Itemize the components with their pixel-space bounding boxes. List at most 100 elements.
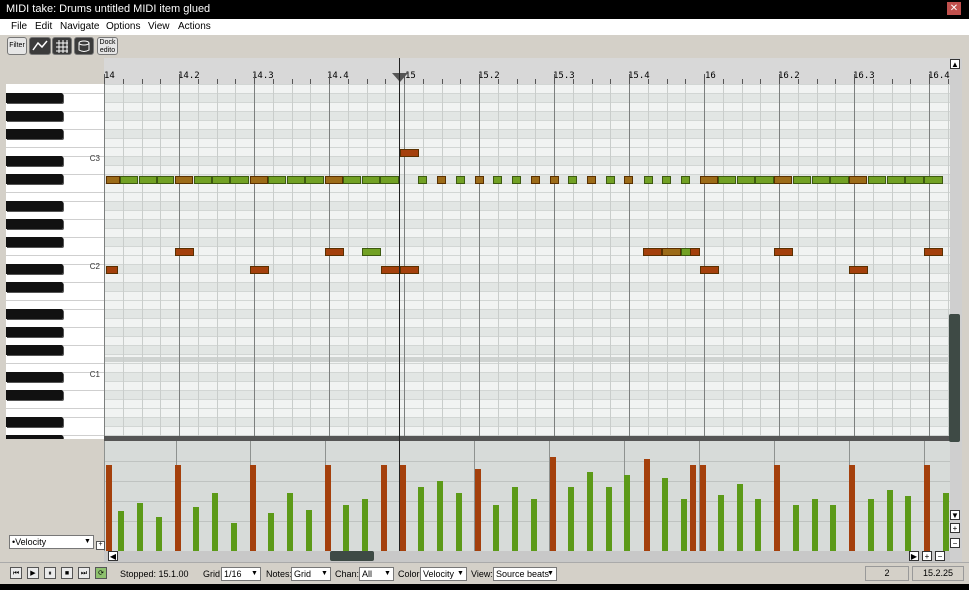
midi-note[interactable]	[305, 176, 324, 184]
channel-dropdown[interactable]: All ▼	[359, 567, 394, 581]
grid-dropdown[interactable]: 1/16 ▼	[221, 567, 261, 581]
velocity-bar[interactable]	[568, 487, 574, 551]
velocity-bar[interactable]	[287, 493, 293, 551]
midi-note[interactable]	[362, 248, 381, 256]
velocity-bar[interactable]	[924, 465, 930, 551]
black-key[interactable]	[6, 435, 63, 439]
black-key[interactable]	[6, 327, 63, 337]
black-key[interactable]	[6, 345, 63, 355]
velocity-bar[interactable]	[737, 484, 743, 551]
menu-navigate[interactable]: Navigate	[60, 21, 99, 32]
horizontal-scrollbar[interactable]	[104, 551, 950, 562]
midi-note[interactable]	[106, 176, 120, 184]
midi-note[interactable]	[343, 176, 361, 184]
midi-note[interactable]	[512, 176, 521, 184]
velocity-bar[interactable]	[137, 503, 143, 551]
midi-note[interactable]	[737, 176, 755, 184]
velocity-bar[interactable]	[400, 465, 406, 551]
midi-note[interactable]	[700, 266, 719, 274]
velocity-bar[interactable]	[193, 507, 199, 551]
velocity-bar[interactable]	[550, 457, 556, 551]
velocity-bar[interactable]	[106, 465, 112, 551]
velocity-bar[interactable]	[718, 495, 724, 551]
velocity-bar[interactable]	[306, 510, 312, 551]
velocity-bar[interactable]	[793, 505, 799, 551]
velocity-bar[interactable]	[343, 505, 349, 551]
midi-note[interactable]	[250, 266, 269, 274]
go-to-end-button[interactable]: ⏭	[78, 567, 90, 579]
repeat-button[interactable]: ⟳	[95, 567, 107, 579]
pause-button[interactable]: ⏸	[44, 567, 56, 579]
menu-view[interactable]: View	[148, 21, 170, 32]
black-key[interactable]	[6, 309, 63, 319]
velocity-bar[interactable]	[774, 465, 780, 551]
midi-note[interactable]	[700, 176, 718, 184]
velocity-bar[interactable]	[118, 511, 124, 551]
velocity-bar[interactable]	[849, 465, 855, 551]
midi-note[interactable]	[400, 149, 419, 157]
close-button[interactable]: ✕	[947, 2, 961, 15]
velocity-bar[interactable]	[868, 499, 874, 551]
velocity-bar[interactable]	[624, 475, 630, 551]
black-key[interactable]	[6, 93, 63, 103]
velocity-bar[interactable]	[587, 472, 593, 551]
menu-actions[interactable]: Actions	[178, 21, 211, 32]
midi-note[interactable]	[643, 248, 662, 256]
midi-note[interactable]	[774, 248, 793, 256]
dock-editor-button[interactable]: Dock edito	[97, 37, 118, 55]
midi-note[interactable]	[381, 266, 400, 274]
midi-note[interactable]	[139, 176, 157, 184]
velocity-bar[interactable]	[905, 496, 911, 551]
velocity-bar[interactable]	[755, 499, 761, 551]
menu-options[interactable]: Options	[106, 21, 140, 32]
velocity-bar[interactable]	[268, 513, 274, 551]
black-key[interactable]	[6, 219, 63, 229]
black-key[interactable]	[6, 201, 63, 211]
midi-note[interactable]	[157, 176, 174, 184]
midi-note[interactable]	[212, 176, 230, 184]
midi-note[interactable]	[849, 176, 867, 184]
velocity-bar[interactable]	[212, 493, 218, 551]
midi-note[interactable]	[755, 176, 774, 184]
midi-note[interactable]	[662, 248, 681, 256]
midi-note[interactable]	[456, 176, 465, 184]
edit-cursor-marker[interactable]	[392, 73, 408, 82]
midi-note[interactable]	[400, 266, 419, 274]
midi-note[interactable]	[849, 266, 868, 274]
black-key[interactable]	[6, 129, 63, 139]
envelope-icon[interactable]	[29, 37, 51, 55]
midi-note[interactable]	[644, 176, 653, 184]
filter-button[interactable]: Filter	[7, 37, 27, 55]
scroll-left-icon[interactable]: ◀	[108, 551, 118, 561]
piano-keyboard[interactable]: C3 C2 C1	[6, 84, 105, 439]
drum-icon[interactable]	[74, 37, 94, 55]
midi-note[interactable]	[230, 176, 249, 184]
midi-note[interactable]	[418, 176, 427, 184]
midi-note[interactable]	[437, 176, 446, 184]
velocity-bar[interactable]	[156, 517, 162, 551]
velocity-bar[interactable]	[250, 465, 256, 551]
scroll-down-icon[interactable]: ▼	[950, 510, 960, 520]
horizontal-scroll-thumb[interactable]	[330, 551, 374, 561]
lane-selector[interactable]: •Velocity ▼	[9, 535, 94, 549]
black-key[interactable]	[6, 417, 63, 427]
midi-note[interactable]	[868, 176, 886, 184]
midi-note[interactable]	[175, 248, 194, 256]
midi-note[interactable]	[924, 176, 943, 184]
velocity-bar[interactable]	[175, 465, 181, 551]
velocity-bar[interactable]	[943, 493, 949, 551]
black-key[interactable]	[6, 282, 63, 292]
velocity-bar[interactable]	[456, 493, 462, 551]
midi-note[interactable]	[175, 176, 193, 184]
velocity-bar[interactable]	[690, 465, 696, 551]
color-dropdown[interactable]: Velocity ▼	[420, 567, 467, 581]
midi-note[interactable]	[362, 176, 380, 184]
midi-note[interactable]	[681, 176, 690, 184]
add-lane-button[interactable]: +	[96, 541, 105, 550]
midi-note[interactable]	[194, 176, 212, 184]
black-key[interactable]	[6, 264, 63, 274]
velocity-bar[interactable]	[887, 490, 893, 551]
zoom-in-icon[interactable]: +	[950, 523, 960, 533]
h-zoom-in-icon[interactable]: +	[922, 551, 932, 561]
midi-note[interactable]	[812, 176, 830, 184]
